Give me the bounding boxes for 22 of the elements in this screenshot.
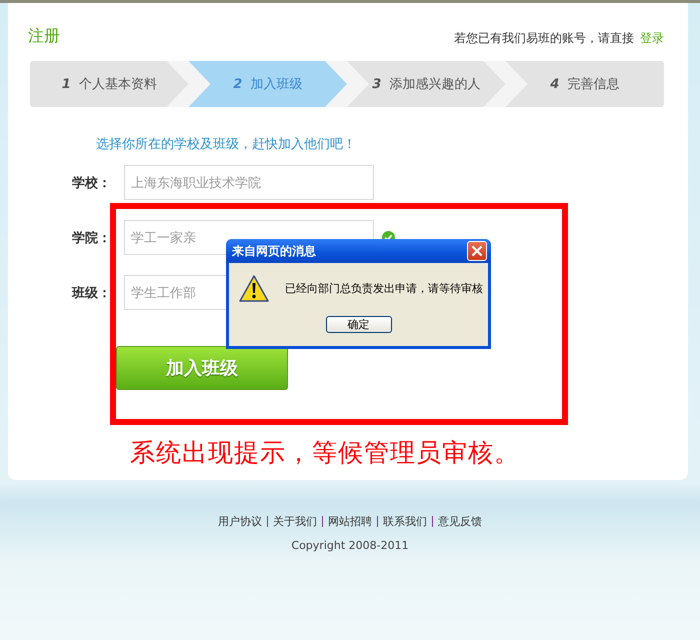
footer-link[interactable]: 网站招聘 [322,516,377,527]
ok-button[interactable]: 确定 [326,316,392,333]
form-intro: 选择你所在的学校及班级，赶快加入他们吧！ [96,136,357,153]
footer-link[interactable]: 联系我们 [377,516,432,527]
footer-link[interactable]: 关于我们 [267,516,322,527]
close-icon [471,245,483,257]
footer-link[interactable]: 意见反馈 [432,516,487,527]
warning-icon [239,275,269,302]
page-title: 注册 [28,26,60,47]
login-prompt: 若您已有我们易班的账号，请直接 [454,30,634,47]
close-button[interactable] [467,241,487,261]
step-tab[interactable]: 4 完善信息 [506,61,664,107]
footer-link[interactable]: 用户协议 [213,516,267,527]
copyright-text: Copyright 2008-2011 [291,539,409,552]
field-label: 学校： [72,174,112,192]
field-label: 学院： [72,230,112,246]
field-label: 班级： [72,284,112,302]
dialog-message: 已经向部门总负责发出申请，请等待审核 [285,281,483,296]
step-tab[interactable]: 1 个人基本资料 [30,61,188,107]
step-tab[interactable]: 3 添加感兴趣的人 [347,61,506,107]
annotation-text: 系统出现提示，等候管理员审核。 [130,437,521,469]
login-link[interactable]: 登录 [640,30,664,47]
